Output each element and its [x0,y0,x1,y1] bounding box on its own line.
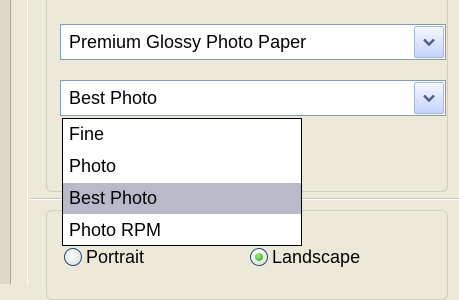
print-quality-select[interactable]: Best Photo [60,80,446,116]
print-quality-value: Best Photo [69,88,158,108]
list-item-photo-rpm[interactable]: Photo RPM [63,215,301,246]
list-item-photo[interactable]: Photo [63,151,301,182]
list-item-fine[interactable]: Fine [63,119,301,150]
chevron-down-icon [423,38,435,46]
chevron-down-icon [423,94,435,102]
print-quality-dropdown-list: Fine Photo Best Photo Photo RPM [62,118,302,246]
divider [27,0,28,284]
landscape-label: Landscape [272,247,361,267]
list-item-best-photo[interactable]: Best Photo [63,183,301,214]
print-quality-dropdown-button[interactable] [414,82,444,114]
paper-type-dropdown-button[interactable] [414,26,444,58]
portrait-label: Portrait [86,247,145,267]
landscape-radio[interactable] [250,248,268,266]
paper-type-select[interactable]: Premium Glossy Photo Paper [60,24,446,60]
left-panel-edge [0,0,11,284]
paper-type-value: Premium Glossy Photo Paper [69,32,307,52]
radio-selected-dot [255,253,263,261]
portrait-radio[interactable] [64,248,82,266]
